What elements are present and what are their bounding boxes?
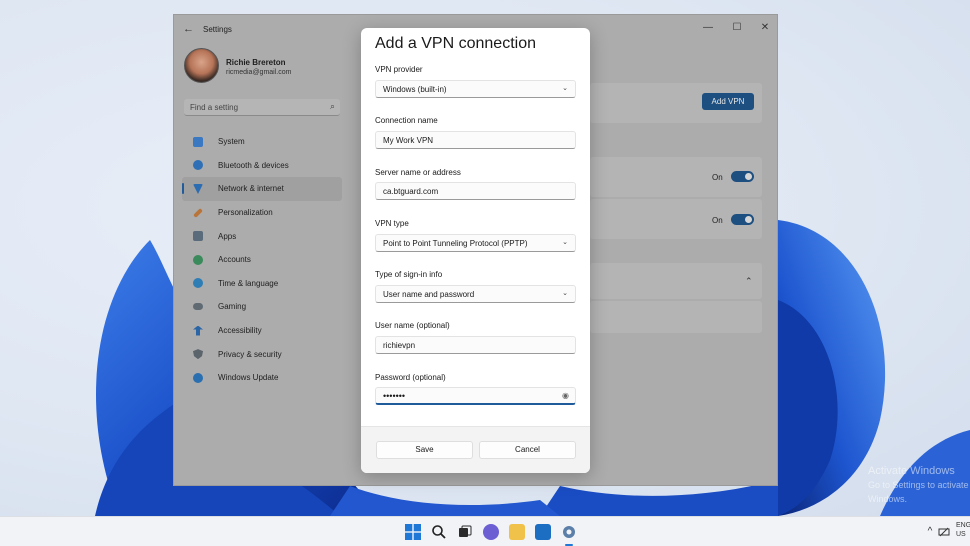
taskbar: ^ ENG US	[0, 516, 970, 546]
sidebar-item-label: Bluetooth & devices	[218, 160, 289, 170]
language-code: ENG	[956, 522, 970, 529]
update-icon	[193, 372, 203, 383]
signin-type-value: User name and password	[383, 290, 475, 299]
gamepad-icon	[193, 303, 203, 311]
brush-icon	[193, 207, 203, 218]
sidebar-item-privacy[interactable]: Privacy & security	[182, 342, 342, 366]
sidebar-item-bluetooth[interactable]: Bluetooth & devices	[182, 154, 342, 178]
vpn-toggle-2[interactable]	[731, 214, 754, 225]
sidebar-item-label: System	[218, 137, 245, 147]
cancel-button[interactable]: Cancel	[479, 441, 576, 459]
password-value: •••••••	[383, 391, 406, 401]
add-vpn-dialog: Add a VPN connection VPN provider Window…	[361, 28, 590, 473]
window-title: Settings	[203, 25, 232, 34]
accessibility-icon	[193, 325, 203, 336]
watermark-line2: Go to Settings to activate Windows.	[868, 480, 969, 504]
back-arrow-icon[interactable]: ←	[183, 23, 194, 35]
sidebar-nav: System Bluetooth & devices Network & int…	[182, 130, 342, 390]
sidebar-item-label: Gaming	[218, 302, 247, 312]
chevron-down-icon: ⌄	[562, 239, 568, 246]
server-address-label: Server name or address	[375, 168, 461, 177]
store-icon[interactable]	[535, 524, 551, 540]
chat-icon[interactable]	[483, 524, 499, 540]
system-icon	[193, 136, 203, 147]
vpn-provider-label: VPN provider	[375, 65, 423, 74]
connection-name-value: My Work VPN	[383, 136, 434, 145]
username-field[interactable]: richievpn	[375, 336, 576, 354]
signin-type-select[interactable]: User name and password ⌄	[375, 285, 576, 303]
maximize-button[interactable]: ☐	[723, 19, 751, 37]
dialog-title: Add a VPN connection	[375, 35, 536, 52]
sidebar-item-label: Accessibility	[218, 326, 262, 336]
settings-search[interactable]: ⌕	[184, 99, 340, 116]
sidebar-item-label: Windows Update	[218, 373, 279, 383]
chevron-down-icon: ⌄	[562, 290, 568, 297]
vpn-connection-details	[590, 301, 762, 333]
region-code: US	[956, 531, 966, 538]
search-input[interactable]	[190, 101, 320, 114]
vpn-type-value: Point to Point Tunneling Protocol (PPTP)	[383, 239, 528, 248]
language-indicator[interactable]: ENG US	[956, 521, 970, 539]
username-value: richievpn	[383, 341, 416, 350]
sidebar-item-personalization[interactable]: Personalization	[182, 201, 342, 225]
server-address-field[interactable]: ca.btguard.com	[375, 182, 576, 200]
toggle-state-label: On	[712, 173, 723, 182]
sidebar-item-apps[interactable]: Apps	[182, 224, 342, 248]
user-name: Richie Brereton	[226, 58, 286, 67]
minimize-button[interactable]: —	[694, 19, 722, 37]
wifi-icon	[193, 183, 203, 194]
vpn-type-select[interactable]: Point to Point Tunneling Protocol (PPTP)…	[375, 234, 576, 252]
vpn-connection-card[interactable]	[590, 263, 762, 299]
sidebar-item-time-language[interactable]: Time & language	[182, 272, 342, 296]
sidebar-item-system[interactable]: System	[182, 130, 342, 154]
connection-name-label: Connection name	[375, 116, 438, 125]
user-email: ricmedia@gmail.com	[226, 69, 292, 76]
sidebar-item-label: Privacy & security	[218, 349, 282, 359]
connection-name-field[interactable]: My Work VPN	[375, 131, 576, 149]
avatar[interactable]	[184, 48, 219, 83]
chevron-up-icon[interactable]: ^	[924, 526, 936, 538]
sidebar-item-label: Network & internet	[218, 184, 284, 194]
activation-watermark: Activate Windows Go to Settings to activ…	[868, 464, 970, 506]
server-address-value: ca.btguard.com	[383, 187, 439, 196]
signin-type-label: Type of sign-in info	[375, 270, 443, 279]
network-icon[interactable]	[938, 526, 950, 538]
sidebar-item-label: Personalization	[218, 208, 273, 218]
sidebar-item-accounts[interactable]: Accounts	[182, 248, 342, 272]
search-icon[interactable]	[431, 524, 447, 540]
task-view-icon[interactable]	[457, 524, 473, 540]
sidebar-item-network[interactable]: Network & internet	[182, 177, 342, 201]
person-icon	[193, 254, 203, 265]
sidebar-item-gaming[interactable]: Gaming	[182, 295, 342, 319]
settings-gear-icon[interactable]	[561, 524, 577, 540]
chevron-down-icon: ⌄	[562, 85, 568, 92]
sidebar-item-accessibility[interactable]: Accessibility	[182, 319, 342, 343]
shield-icon	[193, 349, 203, 360]
dialog-footer: Save Cancel	[361, 426, 590, 473]
bluetooth-icon	[193, 160, 203, 171]
sidebar-item-windows-update[interactable]: Windows Update	[182, 366, 342, 390]
vpn-provider-select[interactable]: Windows (built-in) ⌄	[375, 80, 576, 98]
vpn-provider-value: Windows (built-in)	[383, 85, 447, 94]
sidebar-item-label: Apps	[218, 231, 237, 241]
add-vpn-button[interactable]: Add VPN	[702, 93, 754, 110]
sidebar-item-label: Accounts	[218, 255, 251, 265]
vpn-type-label: VPN type	[375, 219, 409, 228]
search-icon[interactable]: ⌕	[330, 101, 335, 112]
apps-icon	[193, 231, 203, 242]
watermark-line1: Activate Windows	[868, 465, 955, 477]
close-button[interactable]: ✕	[751, 19, 779, 37]
start-icon[interactable]	[405, 524, 421, 540]
globe-icon	[193, 278, 203, 289]
username-label: User name (optional)	[375, 321, 450, 330]
save-button[interactable]: Save	[376, 441, 473, 459]
toggle-state-label: On	[712, 216, 723, 225]
chevron-up-icon[interactable]: ⌃	[745, 276, 753, 287]
sidebar-item-label: Time & language	[218, 278, 279, 288]
password-label: Password (optional)	[375, 373, 446, 382]
eye-icon[interactable]: ◉	[562, 391, 569, 400]
vpn-toggle-1[interactable]	[731, 171, 754, 182]
file-explorer-icon[interactable]	[509, 524, 525, 540]
password-field[interactable]: ••••••• ◉	[375, 387, 576, 405]
